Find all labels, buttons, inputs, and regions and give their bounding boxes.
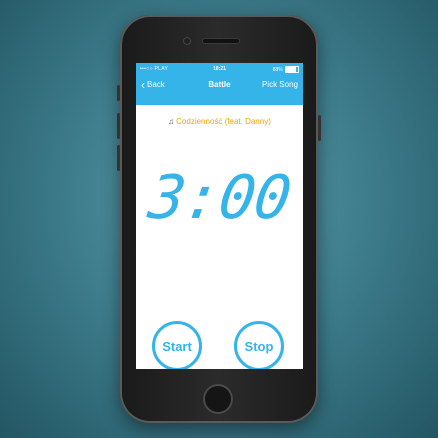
volume-up-button xyxy=(117,113,120,139)
current-song: ♫ Codzienność (feat. Danny) xyxy=(136,117,303,126)
earpiece-speaker xyxy=(203,39,239,43)
front-camera xyxy=(183,37,191,45)
countdown-timer: 3:00 xyxy=(144,163,295,233)
music-note-icon: ♫ xyxy=(168,117,175,126)
phone-frame: •••○○ PLAY 18:21 88% ‹ Back Battle Pick … xyxy=(117,15,321,423)
stop-button[interactable]: Stop xyxy=(234,321,284,369)
volume-down-button xyxy=(117,145,120,171)
mute-switch xyxy=(117,85,120,101)
app-screen: •••○○ PLAY 18:21 88% ‹ Back Battle Pick … xyxy=(136,63,303,369)
status-bar: •••○○ PLAY 18:21 88% xyxy=(136,63,303,75)
battery-icon xyxy=(285,66,299,73)
battery-percent: 88% xyxy=(272,66,283,73)
navigation-bar: •••○○ PLAY 18:21 88% ‹ Back Battle Pick … xyxy=(136,63,303,105)
start-button[interactable]: Start xyxy=(152,321,202,369)
power-button xyxy=(318,115,321,141)
home-button[interactable] xyxy=(203,384,233,414)
battery-indicator: 88% xyxy=(273,66,299,73)
song-title: Codzienność (feat. Danny) xyxy=(176,117,271,126)
pick-song-button[interactable]: Pick Song xyxy=(262,80,298,89)
